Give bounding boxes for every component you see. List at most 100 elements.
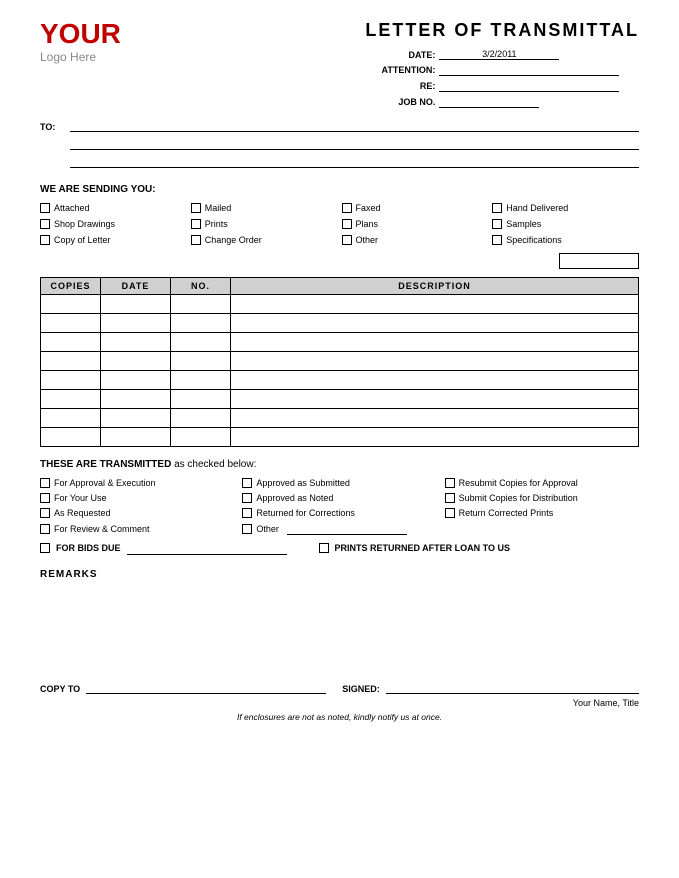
table-row: [41, 371, 638, 390]
check-approved-noted: Approved as Noted: [242, 493, 436, 503]
checkbox-box-prints-returned[interactable]: [319, 543, 329, 553]
date-label: DATE:: [365, 50, 435, 60]
check-submit-copies-distribution: Submit Copies for Distribution: [445, 493, 639, 503]
checkbox-box-shop-drawings[interactable]: [40, 219, 50, 229]
cell: [41, 428, 101, 446]
checkbox-box-prints[interactable]: [191, 219, 201, 229]
checkbox-box-samples[interactable]: [492, 219, 502, 229]
check-label-approval-execution: For Approval & Execution: [54, 478, 156, 488]
cell: [171, 428, 231, 446]
checkbox-label-hand-delivered: Hand Delivered: [506, 203, 568, 213]
checkbox-label-specifications: Specifications: [506, 235, 562, 245]
checkbox-box-review-comment[interactable]: [40, 524, 50, 534]
cell: [231, 295, 638, 313]
re-label: RE:: [365, 81, 435, 91]
to-line3: [40, 154, 639, 168]
cell: [101, 390, 171, 408]
name-title: Your Name, Title: [573, 698, 639, 708]
cell: [171, 295, 231, 313]
checkbox-box-approved-submitted[interactable]: [242, 478, 252, 488]
checkbox-box-other[interactable]: [342, 235, 352, 245]
cell: [171, 314, 231, 332]
prints-returned-label: PRINTS RETURNED AFTER LOAN TO US: [335, 543, 511, 553]
checkbox-mailed: Mailed: [191, 203, 338, 213]
checkbox-box-for-your-use[interactable]: [40, 493, 50, 503]
cell: [171, 390, 231, 408]
check-return-corrected-prints: Return Corrected Prints: [445, 508, 639, 518]
to-left: TO:: [40, 118, 639, 172]
to-line2: [40, 136, 639, 150]
checkbox-label-attached: Attached: [54, 203, 90, 213]
checkbox-shop-drawings: Shop Drawings: [40, 219, 187, 229]
checkbox-specifications: Specifications: [492, 235, 639, 245]
table-row: [41, 390, 638, 409]
attention-line: [439, 64, 619, 76]
checkbox-box-submit-copies-distribution[interactable]: [445, 493, 455, 503]
checkbox-hand-delivered: Hand Delivered: [492, 203, 639, 213]
checkbox-change-order: Change Order: [191, 235, 338, 245]
cell: [171, 409, 231, 427]
cell: [101, 333, 171, 351]
cell: [101, 314, 171, 332]
check-label-as-requested: As Requested: [54, 508, 111, 518]
cell: [231, 409, 638, 427]
checkbox-box-return-corrected-prints[interactable]: [445, 508, 455, 518]
checkbox-box-specifications[interactable]: [492, 235, 502, 245]
top-right-box: [40, 253, 639, 269]
checkbox-box-copy-of-letter[interactable]: [40, 235, 50, 245]
bids-row: FOR BIDS DUE PRINTS RETURNED AFTER LOAN …: [40, 541, 639, 555]
table-row: [41, 352, 638, 371]
checkbox-box-resubmit-copies[interactable]: [445, 478, 455, 488]
other-line: [287, 523, 407, 535]
checkbox-box-mailed[interactable]: [191, 203, 201, 213]
checkboxes-grid: Attached Mailed Faxed Hand Delivered Sho…: [40, 203, 639, 245]
check-label-other-transmitted: Other: [256, 524, 279, 534]
checkbox-label-other: Other: [356, 235, 379, 245]
bids-line: [127, 541, 287, 555]
to-line2-field: [70, 136, 639, 150]
check-label-review-comment: For Review & Comment: [54, 524, 150, 534]
cell: [41, 314, 101, 332]
check-label-approved-submitted: Approved as Submitted: [256, 478, 350, 488]
cell: [231, 428, 638, 446]
checkbox-label-faxed: Faxed: [356, 203, 381, 213]
cell: [101, 371, 171, 389]
name-title-row: Your Name, Title: [40, 698, 639, 708]
checkbox-label-samples: Samples: [506, 219, 541, 229]
transmitted-title-rest: as checked below:: [174, 459, 256, 470]
cell: [101, 428, 171, 446]
logo-sub: Logo Here: [40, 50, 96, 64]
checkbox-box-change-order[interactable]: [191, 235, 201, 245]
cell: [101, 409, 171, 427]
check-label-returned-corrections: Returned for Corrections: [256, 508, 355, 518]
checkbox-box-other-transmitted[interactable]: [242, 524, 252, 534]
checkbox-prints: Prints: [191, 219, 338, 229]
cell: [41, 390, 101, 408]
checkbox-box-faxed[interactable]: [342, 203, 352, 213]
checkbox-box-attached[interactable]: [40, 203, 50, 213]
checkbox-label-mailed: Mailed: [205, 203, 232, 213]
to-line: [70, 118, 639, 132]
to-section: TO:: [40, 118, 639, 172]
checkbox-box-as-requested[interactable]: [40, 508, 50, 518]
jobno-row: JOB NO.: [365, 96, 639, 108]
header: YOUR Logo Here LETTER OF TRANSMITTAL DAT…: [40, 20, 639, 108]
copy-to-line: [86, 680, 326, 694]
to-spacer: [40, 140, 70, 150]
checkbox-box-approved-noted[interactable]: [242, 493, 252, 503]
copy-to-label: COPY TO: [40, 684, 80, 694]
check-approved-submitted: Approved as Submitted: [242, 478, 436, 488]
checkbox-box-returned-corrections[interactable]: [242, 508, 252, 518]
col-description: DESCRIPTION: [231, 278, 638, 294]
checkbox-label-change-order: Change Order: [205, 235, 262, 245]
cell: [231, 314, 638, 332]
cell: [41, 352, 101, 370]
checkbox-box-approval-execution[interactable]: [40, 478, 50, 488]
logo-your: YOUR: [40, 20, 121, 48]
checkbox-box-hand-delivered[interactable]: [492, 203, 502, 213]
we-are-sending-title: WE ARE SENDING YOU:: [40, 184, 639, 195]
checkbox-box-bids-due[interactable]: [40, 543, 50, 553]
cell: [231, 371, 638, 389]
check-review-comment: For Review & Comment: [40, 523, 234, 535]
checkbox-box-plans[interactable]: [342, 219, 352, 229]
